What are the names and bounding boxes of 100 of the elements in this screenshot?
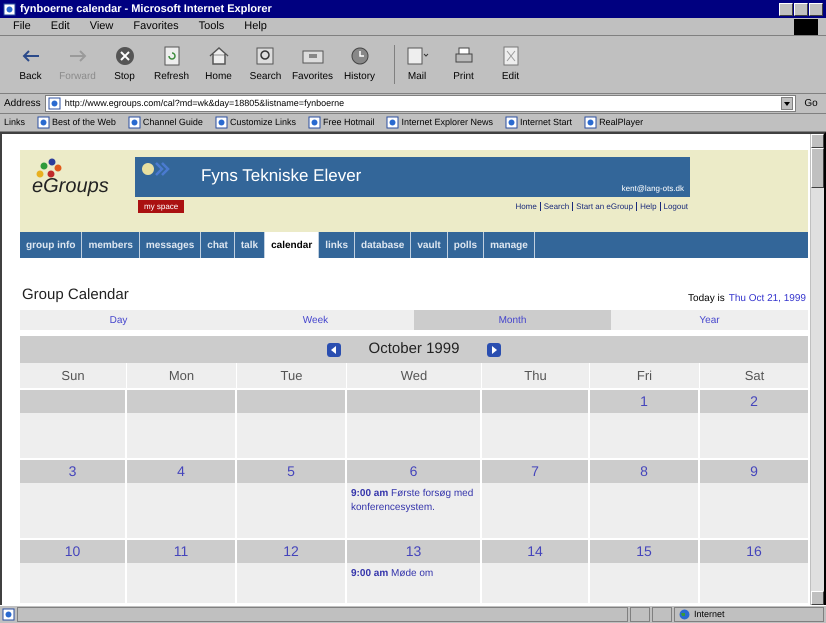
- nav-tab[interactable]: links: [319, 232, 356, 258]
- page-icon: [128, 116, 141, 129]
- go-button[interactable]: Go: [800, 96, 822, 111]
- links-label: Links: [4, 116, 26, 129]
- page-icon: [48, 97, 61, 110]
- toolbar-button[interactable]: Favorites: [290, 45, 335, 84]
- header-link[interactable]: Logout: [664, 200, 688, 212]
- menu-item[interactable]: Tools: [194, 18, 230, 35]
- link-button[interactable]: Customize Links: [214, 116, 296, 130]
- date-link[interactable]: 6: [410, 461, 418, 482]
- menu-item[interactable]: Favorites: [128, 18, 184, 35]
- date-link[interactable]: 8: [640, 461, 648, 482]
- user-email: kent@lang-ots.dk: [622, 183, 684, 195]
- logo-text: eGroups: [32, 176, 109, 196]
- next-month-icon[interactable]: [487, 342, 502, 356]
- toolbar-button[interactable]: Print: [441, 45, 486, 84]
- nav-tab[interactable]: messages: [140, 232, 202, 258]
- date-link[interactable]: 16: [746, 541, 762, 562]
- date-link[interactable]: 7: [531, 461, 539, 482]
- view-tab[interactable]: Month: [414, 310, 611, 330]
- today-link[interactable]: Thu Oct 21, 1999: [728, 291, 806, 306]
- zone-label: Internet: [694, 608, 725, 621]
- weekday-header: Tue: [237, 363, 347, 388]
- toolbar-button[interactable]: Back: [8, 45, 53, 84]
- nav-tab[interactable]: group info: [20, 232, 82, 258]
- month-title: October 1999: [368, 339, 460, 360]
- view-tab[interactable]: Week: [217, 310, 414, 330]
- link-button[interactable]: Internet Start: [505, 116, 572, 130]
- date-link[interactable]: 14: [527, 541, 543, 562]
- page-icon: [308, 116, 321, 129]
- nav-tab[interactable]: vault: [411, 232, 448, 258]
- my-space-button[interactable]: my space: [138, 200, 184, 213]
- page-icon: [2, 608, 15, 621]
- link-button[interactable]: Best of the Web: [37, 116, 116, 130]
- weekday-header: Wed: [347, 363, 482, 388]
- header-link[interactable]: Search: [544, 200, 570, 212]
- page-icon: [584, 116, 598, 129]
- link-button[interactable]: Internet Explorer News: [386, 116, 494, 130]
- minimize-button[interactable]: [779, 2, 793, 16]
- toolbar-button[interactable]: History: [337, 45, 382, 84]
- page-icon: [3, 2, 16, 16]
- toolbar-button[interactable]: Search: [243, 45, 288, 84]
- toolbar-button[interactable]: Stop: [102, 45, 147, 84]
- menu-item[interactable]: View: [84, 18, 118, 35]
- header-link[interactable]: Home: [515, 200, 537, 212]
- mail-icon: [405, 45, 429, 67]
- view-tab[interactable]: Year: [611, 310, 808, 330]
- status-pane: [652, 607, 672, 622]
- calendar-event[interactable]: 9:00 am Første forsøg med konferencesystem.: [351, 487, 476, 515]
- date-link[interactable]: 1: [640, 391, 648, 412]
- toolbar-button[interactable]: Home: [196, 45, 241, 84]
- throbber-logo: [794, 18, 818, 34]
- maximize-button[interactable]: [794, 2, 808, 16]
- date-link[interactable]: 4: [177, 461, 185, 482]
- weekday-header: Fri: [590, 363, 700, 388]
- toolbar-button[interactable]: Refresh: [149, 45, 194, 84]
- page-icon: [214, 116, 228, 129]
- link-button[interactable]: Channel Guide: [128, 116, 203, 130]
- group-name: Fyns Tekniske Elever: [201, 165, 362, 187]
- date-link[interactable]: 10: [64, 541, 80, 562]
- header-link[interactable]: Start an eGroup: [576, 200, 634, 212]
- address-field[interactable]: http://www.egroups.com/cal?md=wk&day=18805&listname=fynboerne: [44, 95, 796, 112]
- nav-tab[interactable]: polls: [448, 232, 484, 258]
- scrollbar[interactable]: [810, 134, 824, 605]
- nav-tab[interactable]: chat: [201, 232, 235, 258]
- view-tab[interactable]: Day: [20, 310, 217, 330]
- calendar-event[interactable]: 9:00 am Møde om: [351, 567, 476, 581]
- header-link[interactable]: Help: [640, 200, 657, 212]
- date-link[interactable]: 9: [750, 461, 758, 482]
- weekday-header: Sun: [20, 363, 127, 388]
- page-icon: [37, 116, 50, 129]
- weekday-header: Thu: [482, 363, 590, 388]
- nav-tab[interactable]: database: [355, 232, 412, 258]
- page-icon: [386, 116, 400, 129]
- page-icon: [505, 116, 518, 129]
- window-title: fynboerne calendar - Microsoft Internet Explorer: [20, 2, 272, 17]
- link-button[interactable]: RealPlayer: [584, 116, 644, 130]
- weekday-header: Mon: [127, 363, 237, 388]
- date-link[interactable]: 15: [636, 541, 652, 562]
- date-link[interactable]: 2: [750, 391, 758, 412]
- menu-item[interactable]: File: [8, 18, 36, 35]
- nav-tab[interactable]: calendar: [265, 232, 320, 258]
- date-link[interactable]: 11: [174, 541, 188, 562]
- toolbar-button[interactable]: Edit: [488, 45, 533, 84]
- home-icon: [206, 45, 230, 67]
- date-link[interactable]: 13: [406, 541, 422, 562]
- toolbar-button[interactable]: Mail: [394, 45, 439, 84]
- menu-item[interactable]: Help: [239, 18, 272, 35]
- previous-month-icon[interactable]: [326, 342, 341, 356]
- calendar-title: Group Calendar: [22, 284, 129, 304]
- today-label: Today is: [688, 292, 725, 306]
- banner-logo-icon: [141, 161, 171, 177]
- link-button[interactable]: Free Hotmail: [308, 116, 374, 130]
- date-link[interactable]: 3: [68, 461, 76, 482]
- close-button[interactable]: [809, 2, 823, 16]
- date-link[interactable]: 5: [287, 461, 295, 482]
- nav-tab[interactable]: members: [82, 232, 140, 258]
- menu-item[interactable]: Edit: [46, 18, 75, 35]
- nav-tab[interactable]: manage: [484, 232, 535, 258]
- date-link[interactable]: 12: [283, 541, 299, 562]
